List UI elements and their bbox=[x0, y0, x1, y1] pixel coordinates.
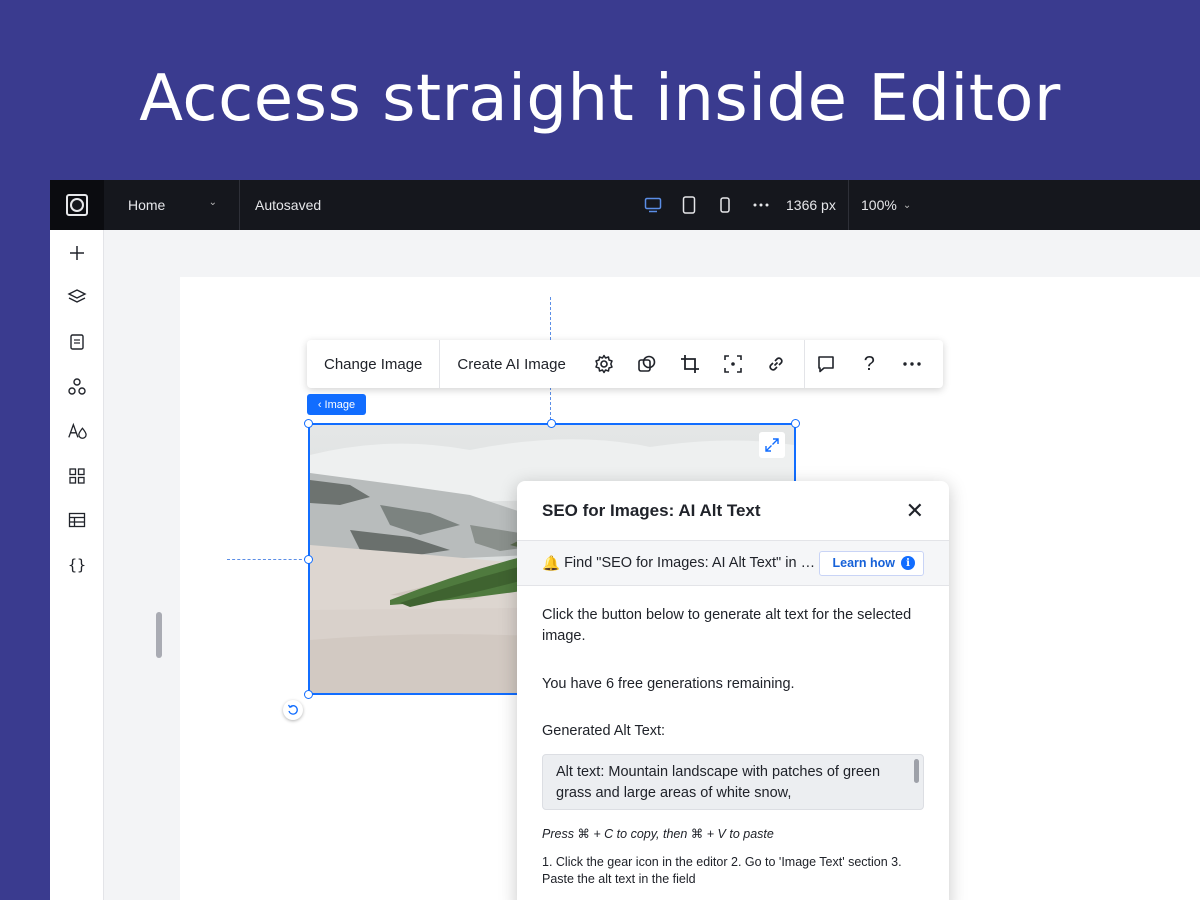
info-icon: i bbox=[901, 556, 915, 570]
element-tag[interactable]: ‹ Image bbox=[307, 394, 366, 415]
apps-icon[interactable] bbox=[67, 377, 87, 397]
desktop-icon[interactable] bbox=[635, 180, 671, 230]
mask-icon[interactable] bbox=[626, 340, 669, 388]
page-selector[interactable]: Home ⌄ bbox=[104, 180, 240, 230]
generated-label: Generated Alt Text: bbox=[542, 723, 666, 739]
top-bar: Home ⌄ Autosaved 1366 px 100% ⌄ bbox=[50, 180, 1200, 230]
chevron-down-icon: ⌄ bbox=[208, 197, 217, 208]
image-toolbar: Change Image Create AI Image ? bbox=[307, 340, 943, 388]
editor-logo[interactable] bbox=[50, 180, 104, 230]
alignment-guide-horizontal bbox=[227, 559, 307, 560]
crop-icon[interactable] bbox=[669, 340, 712, 388]
resize-handle[interactable] bbox=[304, 690, 313, 699]
close-icon[interactable]: ✕ bbox=[906, 498, 924, 524]
widgets-icon[interactable] bbox=[67, 466, 87, 486]
more-icon[interactable] bbox=[891, 340, 934, 388]
seo-alt-text-panel: SEO for Images: AI Alt Text ✕ 🔔 Find "SE… bbox=[517, 481, 949, 900]
device-switcher bbox=[635, 180, 779, 230]
instructions: 1. Click the gear icon in the editor 2. … bbox=[542, 855, 902, 886]
logo-icon bbox=[66, 194, 88, 216]
code-icon[interactable]: {} bbox=[67, 555, 87, 575]
left-toolbar: {} bbox=[50, 230, 104, 900]
panel-header: SEO for Images: AI Alt Text ✕ bbox=[517, 481, 949, 541]
help-icon[interactable]: ? bbox=[848, 340, 891, 388]
intro-text: Click the button below to generate alt t… bbox=[542, 607, 912, 644]
alt-text-output[interactable]: Alt text: Mountain landscape with patche… bbox=[542, 754, 924, 810]
focus-icon[interactable] bbox=[712, 340, 755, 388]
gear-icon[interactable] bbox=[583, 340, 626, 388]
design-icon[interactable] bbox=[67, 421, 87, 441]
resize-handle[interactable] bbox=[791, 419, 800, 428]
scrollbar[interactable] bbox=[156, 612, 162, 658]
alt-text-scrollbar[interactable] bbox=[914, 759, 919, 783]
zoom-selector[interactable]: 100% ⌄ bbox=[848, 180, 911, 230]
change-image-button[interactable]: Change Image bbox=[307, 340, 439, 388]
app-notice: 🔔 Find "SEO for Images: AI Alt Text" in … bbox=[517, 541, 949, 586]
rotate-icon[interactable] bbox=[283, 700, 303, 720]
layers-icon[interactable] bbox=[67, 287, 87, 307]
resize-handle[interactable] bbox=[304, 419, 313, 428]
more-icon[interactable] bbox=[743, 180, 779, 230]
zoom-value: 100% bbox=[861, 197, 897, 213]
comment-icon[interactable] bbox=[805, 340, 848, 388]
headline: Access straight inside Editor bbox=[139, 62, 1061, 136]
pages-icon[interactable] bbox=[67, 332, 87, 352]
notice-text: Find "SEO for Images: AI Alt Text" in yo… bbox=[564, 555, 816, 571]
expand-icon[interactable] bbox=[759, 432, 785, 458]
chevron-left-icon: ‹ bbox=[317, 398, 322, 411]
learn-how-button[interactable]: Learn how i bbox=[819, 550, 924, 576]
editor-window: Home ⌄ Autosaved 1366 px 100% ⌄ {} Chang… bbox=[50, 180, 1200, 900]
remaining-text: You have 6 free generations remaining. bbox=[542, 676, 795, 692]
resize-handle[interactable] bbox=[304, 555, 313, 564]
autosave-status: Autosaved bbox=[255, 197, 322, 213]
copy-hint: Press ⌘ + C to copy, then ⌘ + V to paste bbox=[542, 827, 774, 841]
element-tag-label: Image bbox=[324, 398, 356, 411]
page-name: Home bbox=[128, 197, 166, 213]
learn-how-label: Learn how bbox=[832, 556, 895, 570]
mobile-icon[interactable] bbox=[707, 180, 743, 230]
table-icon[interactable] bbox=[67, 510, 87, 530]
link-icon[interactable] bbox=[755, 340, 798, 388]
panel-title: SEO for Images: AI Alt Text bbox=[542, 500, 761, 520]
tablet-icon[interactable] bbox=[671, 180, 707, 230]
bell-icon: 🔔 bbox=[542, 555, 561, 572]
panel-body: Click the button below to generate alt t… bbox=[517, 605, 949, 888]
chevron-down-icon: ⌄ bbox=[902, 199, 912, 211]
alt-text-value: Alt text: Mountain landscape with patche… bbox=[556, 764, 881, 801]
resize-handle[interactable] bbox=[547, 419, 556, 428]
plus-icon[interactable] bbox=[67, 243, 87, 263]
canvas-width: 1366 px bbox=[786, 197, 836, 213]
create-ai-image-button[interactable]: Create AI Image bbox=[440, 340, 582, 388]
